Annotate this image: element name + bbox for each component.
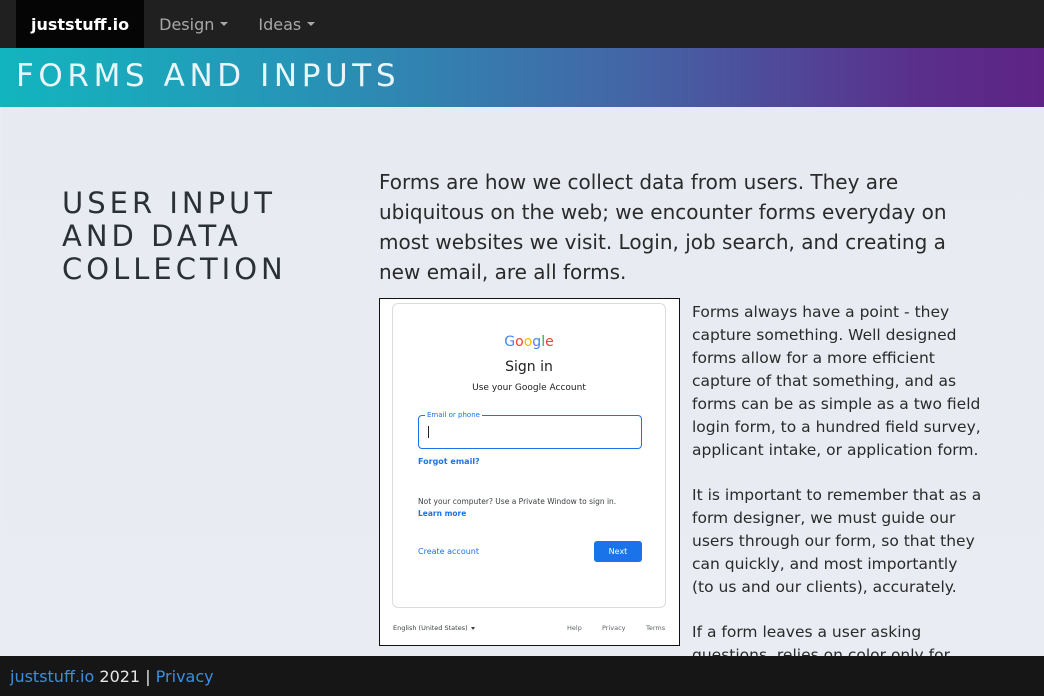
logo-letter: g bbox=[532, 334, 542, 350]
nav-design-dropdown[interactable]: Design bbox=[144, 0, 243, 48]
learn-more-link: Learn more bbox=[418, 509, 467, 518]
next-button: Next bbox=[594, 541, 642, 562]
main-content: USER INPUT AND DATA COLLECTION Forms are… bbox=[2, 107, 1044, 656]
text-cursor bbox=[428, 426, 429, 438]
google-signin-screenshot: Google Sign in Use your Google Account E… bbox=[379, 298, 680, 646]
signin-card: Google Sign in Use your Google Account E… bbox=[392, 303, 666, 608]
page-banner: FORMS AND INPUTS bbox=[0, 48, 1044, 107]
footer-brand-link[interactable]: juststuff.io bbox=[10, 667, 94, 686]
nav-ideas-dropdown[interactable]: Ideas bbox=[243, 0, 330, 48]
nav-ideas-label: Ideas bbox=[258, 14, 302, 34]
page-footer: juststuff.io 2021 | Privacy bbox=[0, 656, 1044, 696]
language-selector: English (United States) bbox=[393, 624, 475, 632]
caret-down-icon bbox=[220, 22, 229, 26]
logo-letter: e bbox=[545, 334, 554, 350]
footer-year: 2021 | bbox=[94, 666, 156, 686]
logo-letter: o bbox=[515, 334, 524, 350]
not-your-computer-text: Not your computer? Use a Private Window … bbox=[418, 497, 617, 506]
logo-letter: o bbox=[523, 334, 533, 350]
footer-privacy-link[interactable]: Privacy bbox=[156, 667, 214, 686]
create-account-link: Create account bbox=[418, 547, 479, 556]
language-label: English (United States) bbox=[393, 624, 468, 632]
brand-link[interactable]: juststuff.io bbox=[16, 0, 145, 48]
email-field-label: Email or phone bbox=[425, 410, 482, 420]
top-navbar: juststuff.io Design Ideas bbox=[0, 0, 1044, 48]
body-paragraph: Forms always have a point - they capture… bbox=[692, 303, 981, 459]
page-title: FORMS AND INPUTS bbox=[16, 58, 401, 94]
lead-paragraph: Forms are how we collect data from users… bbox=[379, 170, 947, 284]
forgot-email-link: Forgot email? bbox=[418, 457, 480, 466]
google-logo: Google bbox=[393, 334, 665, 350]
signin-subtitle: Use your Google Account bbox=[472, 383, 586, 393]
body-text: Forms always have a point - they capture… bbox=[692, 301, 982, 656]
caret-down-icon bbox=[470, 626, 475, 630]
logo-letter: G bbox=[504, 334, 516, 350]
privacy-link: Privacy bbox=[602, 624, 626, 632]
caret-down-icon bbox=[307, 22, 316, 26]
body-paragraph: If a form leaves a user asking questions… bbox=[692, 623, 950, 656]
help-link: Help bbox=[567, 624, 582, 632]
email-field: Email or phone bbox=[418, 410, 642, 449]
signin-title: Sign in bbox=[505, 359, 553, 375]
section-heading: USER INPUT AND DATA COLLECTION bbox=[62, 186, 287, 286]
terms-link: Terms bbox=[646, 624, 666, 632]
body-paragraph: It is important to remember that as a fo… bbox=[692, 486, 982, 596]
nav-design-label: Design bbox=[159, 14, 215, 34]
